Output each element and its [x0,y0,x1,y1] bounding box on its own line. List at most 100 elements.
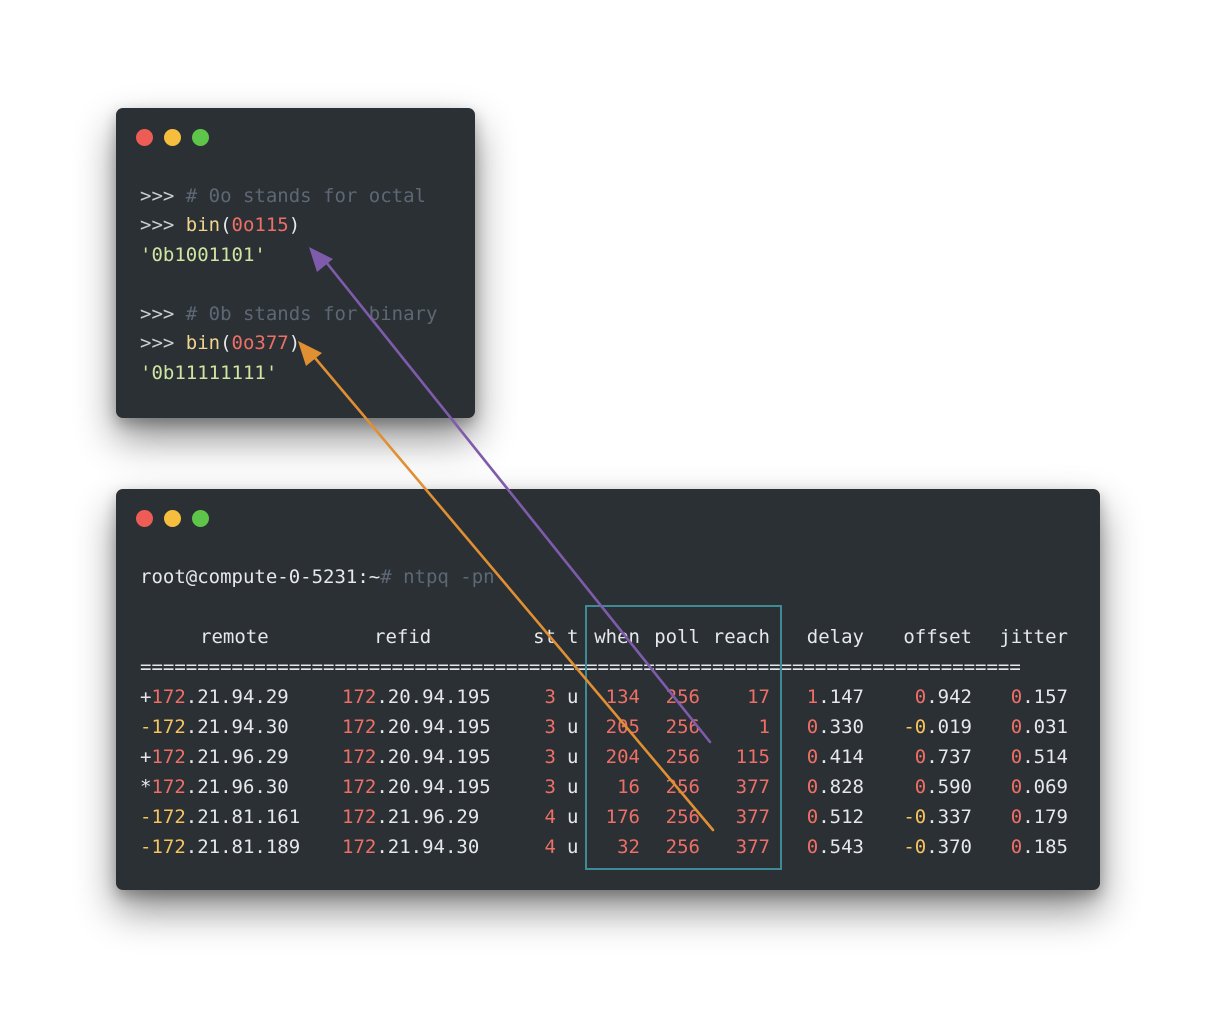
maximize-window-button[interactable] [192,510,209,527]
refid-octet: 172 [342,776,377,798]
remote-cell: -172.21.81.161 [140,805,320,829]
offset-int: 0 [914,686,927,708]
minimize-window-button[interactable] [164,510,181,527]
jitter-frac: .185 [1022,836,1068,858]
jitter-int: 0 [1010,716,1023,738]
jitter-frac: .514 [1022,746,1068,768]
command-text: ntpq -pn [391,566,495,588]
output-string: '0b1001101' [140,244,266,266]
offset-int: -0 [903,806,927,828]
header-refid: refid [374,626,432,648]
tally-marker: - [140,806,152,828]
delay-int: 0 [806,806,819,828]
function-name: bin [185,214,221,236]
remote-octet: 172 [151,716,186,738]
remote-cell: -172.21.81.189 [140,835,320,859]
offset-cell: 0.737 [896,745,972,769]
offset-cell: -0.019 [896,715,972,739]
remote-rest: .21.94.29 [185,686,289,708]
delay-cell: 0.828 [802,775,864,799]
python-line: >>> # 0b stands for binary [140,302,437,326]
offset-frac: .590 [926,776,972,798]
offset-frac: .019 [926,716,972,738]
header-st: st [533,626,556,648]
remote-cell: -172.21.94.30 [140,715,320,739]
stratum-cell: 3 [544,686,556,708]
header-offset: offset [903,626,972,648]
refid-cell: 172.21.94.30 [342,835,502,859]
repl-prompt: >>> [140,303,186,325]
offset-cell: -0.370 [896,835,972,859]
ntpq-terminal-window: root@compute-0-5231:~# ntpq -pn remote re… [116,489,1100,890]
type-cell: u [567,746,579,768]
paren: ) [288,214,301,236]
close-window-button[interactable] [136,510,153,527]
delay-int: 0 [806,836,819,858]
offset-int: -0 [903,836,927,858]
type-cell: u [567,686,579,708]
octal-literal: 0o115 [231,214,289,236]
type-cell: u [567,806,579,828]
jitter-cell: 0.031 [992,715,1068,739]
refid-rest: .21.96.29 [376,806,480,828]
repl-prompt: >>> [140,332,186,354]
refid-cell: 172.20.94.195 [342,685,502,709]
offset-int: -0 [903,716,927,738]
remote-cell: *172.21.96.30 [140,775,320,799]
python-line: >>> bin(0o377) [140,331,300,355]
paren: ) [288,332,301,354]
python-line: >>> # 0o stands for octal [140,184,426,208]
stratum-cell: 3 [544,716,556,738]
maximize-window-button[interactable] [192,129,209,146]
stratum-cell: 4 [544,806,556,828]
remote-rest: .21.81.189 [185,836,301,858]
refid-rest: .21.94.30 [376,836,480,858]
jitter-cell: 0.514 [992,745,1068,769]
close-window-button[interactable] [136,129,153,146]
remote-rest: .21.81.161 [185,806,301,828]
prompt-hash: # [380,566,392,588]
offset-frac: .370 [926,836,972,858]
minimize-window-button[interactable] [164,129,181,146]
remote-octet: 172 [151,686,186,708]
delay-cell: 0.512 [802,805,864,829]
offset-int: 0 [914,746,927,768]
refid-rest: .20.94.195 [376,716,491,738]
function-name: bin [185,332,221,354]
delay-frac: .147 [818,686,864,708]
code-comment: # 0b stands for binary [185,303,438,325]
delay-int: 0 [806,776,819,798]
tally-marker: - [140,836,152,858]
remote-cell: +172.21.96.29 [140,745,320,769]
repl-prompt: >>> [140,214,186,236]
delay-int: 0 [806,716,819,738]
jitter-cell: 0.179 [992,805,1068,829]
jitter-int: 0 [1010,836,1023,858]
refid-cell: 172.20.94.195 [342,715,502,739]
repl-prompt: >>> [140,185,186,207]
refid-rest: .20.94.195 [376,686,491,708]
remote-rest: .21.96.30 [185,776,289,798]
remote-octet: 172 [151,746,186,768]
delay-int: 0 [806,746,819,768]
delay-int: 1 [806,686,819,708]
delay-cell: 1.147 [802,685,864,709]
octal-literal: 0o377 [231,332,289,354]
paren: ( [220,214,232,236]
remote-cell: +172.21.94.29 [140,685,320,709]
type-cell: u [567,776,579,798]
refid-octet: 172 [342,686,377,708]
remote-rest: .21.94.30 [185,716,289,738]
remote-rest: .21.96.29 [185,746,289,768]
jitter-frac: .179 [1022,806,1068,828]
offset-frac: .337 [926,806,972,828]
refid-cell: 172.20.94.195 [342,745,502,769]
jitter-int: 0 [1010,686,1023,708]
type-cell: u [567,836,579,858]
python-line: >>> bin(0o115) [140,213,300,237]
delay-frac: .543 [818,836,864,858]
tally-marker: + [140,746,152,768]
tally-marker: - [140,716,152,738]
code-comment: # 0o stands for octal [185,185,426,207]
output-string: '0b11111111' [140,362,278,384]
